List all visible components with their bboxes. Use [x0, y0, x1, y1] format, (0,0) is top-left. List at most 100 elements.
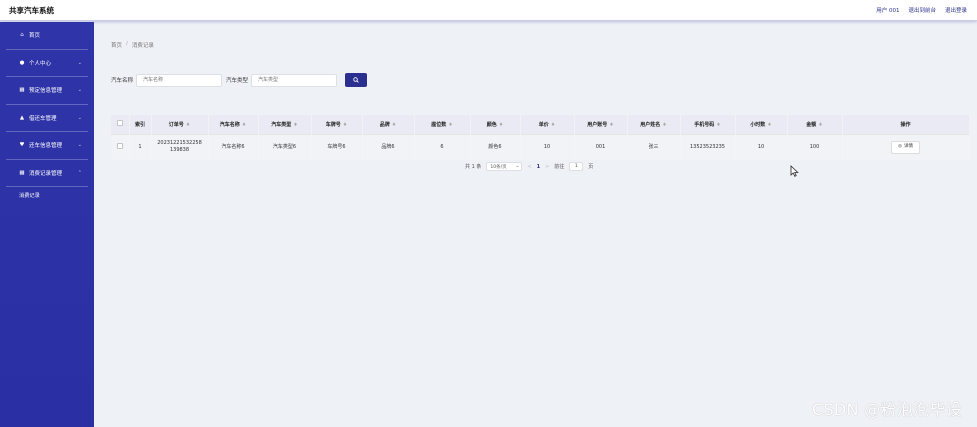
sort-icon: ♦ — [662, 121, 667, 128]
column-header[interactable]: 座位数 ♦ — [414, 115, 471, 134]
column-header: 操作 — [842, 115, 970, 134]
column-header[interactable]: 汽车类型 ♦ — [258, 115, 312, 134]
column-header[interactable]: 金额 ♦ — [787, 115, 843, 134]
column-header[interactable]: 汽车名称 ♦ — [208, 115, 259, 134]
cell-username: 张三 — [627, 133, 681, 160]
prev-page-button[interactable]: < — [527, 164, 531, 170]
current-user[interactable]: 用户 001 — [876, 6, 899, 14]
heart-icon: ♥ — [19, 142, 25, 149]
user-icon: ● — [19, 59, 25, 66]
column-header[interactable]: 手机号码 ♦ — [680, 115, 736, 134]
sort-icon: ♦ — [293, 121, 298, 128]
car-type-input[interactable] — [251, 73, 338, 87]
column-header[interactable]: 品牌 ♦ — [362, 115, 415, 134]
row-checkbox[interactable] — [116, 142, 123, 149]
column-header[interactable]: 车牌号 ♦ — [311, 115, 363, 134]
column-header[interactable]: 用户姓名 ♦ — [627, 115, 681, 134]
cell-account: 001 — [574, 133, 628, 160]
grid-icon: ▦ — [19, 87, 25, 94]
column-header[interactable]: 订单号 ♦ — [151, 115, 209, 134]
next-page-button[interactable]: > — [545, 164, 549, 170]
search-bar: 汽车名称 汽车类型 — [111, 73, 368, 87]
chevron-down-icon: ⌄ — [515, 164, 520, 169]
cell-car-type: 汽车类型6 — [258, 133, 312, 160]
cell-amount: 100 — [787, 133, 843, 160]
chevron-down-icon: ⌄ — [77, 114, 82, 121]
breadcrumb: 首页 / 消费记录 — [111, 41, 154, 49]
sidebar-item-return-info[interactable]: ♥ 还车信息管理 ⌄ — [6, 132, 88, 160]
sidebar-subitem-consumption-records[interactable]: 消费记录 — [6, 187, 88, 204]
watermark: CSDN @粉泡泡毕设 — [811, 400, 962, 419]
goto-label: 前往 — [554, 164, 565, 170]
grid-icon: ▦ — [19, 169, 25, 176]
sort-icon: ♦ — [767, 121, 772, 128]
chevron-down-icon: ⌄ — [77, 87, 82, 93]
logout-link[interactable]: 退出登录 — [945, 6, 967, 14]
sidebar-item-label: 预定信息管理 — [29, 88, 63, 95]
goto-page-input[interactable]: 1 — [569, 162, 584, 171]
search-button[interactable] — [345, 73, 368, 87]
sort-icon: ♦ — [185, 121, 191, 128]
main-content: 首页 / 消费记录 汽车名称 汽车类型 索引 — [94, 22, 977, 427]
car-name-label: 汽车名称 — [111, 78, 134, 84]
car-type-label: 汽车类型 — [226, 78, 249, 84]
mouse-pointer-icon — [790, 165, 799, 177]
sort-icon: ♦ — [498, 121, 504, 128]
column-header[interactable]: 用户账号 ♦ — [574, 115, 628, 134]
records-table: 索引 订单号 ♦ 汽车名称 ♦ 汽车类型 ♦ 车牌号 ♦ 品牌 ♦ 座位数 ♦ 颜色 ♦ 单价… — [111, 115, 970, 160]
table-header-row: 索引 订单号 ♦ 汽车名称 ♦ 汽车类型 ♦ 车牌号 ♦ 品牌 ♦ 座位数 ♦ 颜色 ♦ 单价… — [111, 115, 970, 134]
sidebar-item-label: 个人中心 — [29, 60, 52, 67]
front-page-link[interactable]: 退出到前台 — [908, 6, 936, 14]
cell-car-name: 汽车名称6 — [208, 133, 259, 160]
sidebar-item-label: 首页 — [29, 33, 41, 40]
page-number-current[interactable]: 1 — [537, 164, 540, 170]
home-icon: ⌂ — [20, 32, 24, 39]
cell-order-no: 20231221532258 139838 — [151, 133, 209, 160]
column-header[interactable]: 单价 ♦ — [520, 115, 575, 134]
top-right-links: 用户 001 退出到前台 退出登录 — [876, 6, 967, 14]
cell-index: 1 — [129, 133, 152, 160]
goto-suffix: 页 — [588, 164, 594, 170]
sidebar-item-borrow-return[interactable]: ▲ 借还车管理 ⌄ — [6, 105, 88, 132]
total-count: 共 1 条 — [465, 164, 482, 170]
search-icon — [353, 77, 359, 83]
sidebar-item-personal-center[interactable]: ● 个人中心 ⌄ — [6, 50, 88, 77]
sidebar-item-home[interactable]: ⌂ 首页 — [6, 22, 88, 50]
sort-icon: ♦ — [716, 121, 721, 128]
column-header[interactable]: 颜色 ♦ — [470, 115, 521, 134]
cell-seats: 6 — [414, 133, 471, 160]
sidebar-item-consumption[interactable]: ▦ 消费记录管理 ⌃ — [6, 160, 88, 187]
breadcrumb-current: 消费记录 — [131, 43, 154, 49]
select-all-cell[interactable] — [111, 115, 130, 134]
sidebar-item-label: 借还车管理 — [29, 115, 57, 122]
sort-icon: ♦ — [818, 121, 823, 128]
top-bar: 共享汽车系统 用户 001 退出到前台 退出登录 — [0, 0, 977, 21]
sidebar-item-booking[interactable]: ▦ 预定信息管理 ⌄ — [6, 77, 88, 105]
breadcrumb-home[interactable]: 首页 — [111, 41, 122, 49]
sort-icon: ♦ — [550, 121, 556, 128]
sidebar-item-label: 还车信息管理 — [29, 143, 63, 150]
car-icon: ▲ — [19, 114, 25, 121]
cell-brand: 品牌6 — [362, 133, 415, 160]
cell-phone: 13523523235 — [680, 133, 736, 160]
detail-icon: ◎ — [898, 143, 902, 149]
app-title: 共享汽车系统 — [9, 6, 54, 15]
cell-price: 10 — [520, 133, 575, 160]
car-name-input[interactable] — [136, 73, 223, 87]
select-all-checkbox[interactable] — [116, 120, 123, 127]
sidebar-item-label: 消费记录管理 — [29, 170, 63, 177]
cell-actions: ◎ 详情 — [842, 133, 970, 160]
sort-icon: ♦ — [609, 121, 614, 128]
sort-icon: ♦ — [342, 121, 348, 128]
sort-icon: ♦ — [448, 121, 453, 128]
page-size-select[interactable]: 10条/页 ⌄ — [486, 162, 523, 171]
cell-hours: 10 — [735, 133, 788, 160]
pagination: 共 1 条 10条/页 ⌄ < 1 > 前往 1 页 — [465, 162, 593, 171]
table-row[interactable]: 1 20231221532258 139838 汽车名称6 汽车类型6 车牌号6 … — [111, 133, 970, 160]
chevron-down-icon: ⌄ — [77, 59, 82, 66]
detail-button[interactable]: ◎ 详情 — [891, 140, 920, 154]
sort-icon: ♦ — [241, 121, 247, 128]
sort-icon: ♦ — [391, 121, 397, 128]
chevron-down-icon: ⌄ — [77, 142, 82, 148]
column-header[interactable]: 小时数 ♦ — [735, 115, 788, 134]
